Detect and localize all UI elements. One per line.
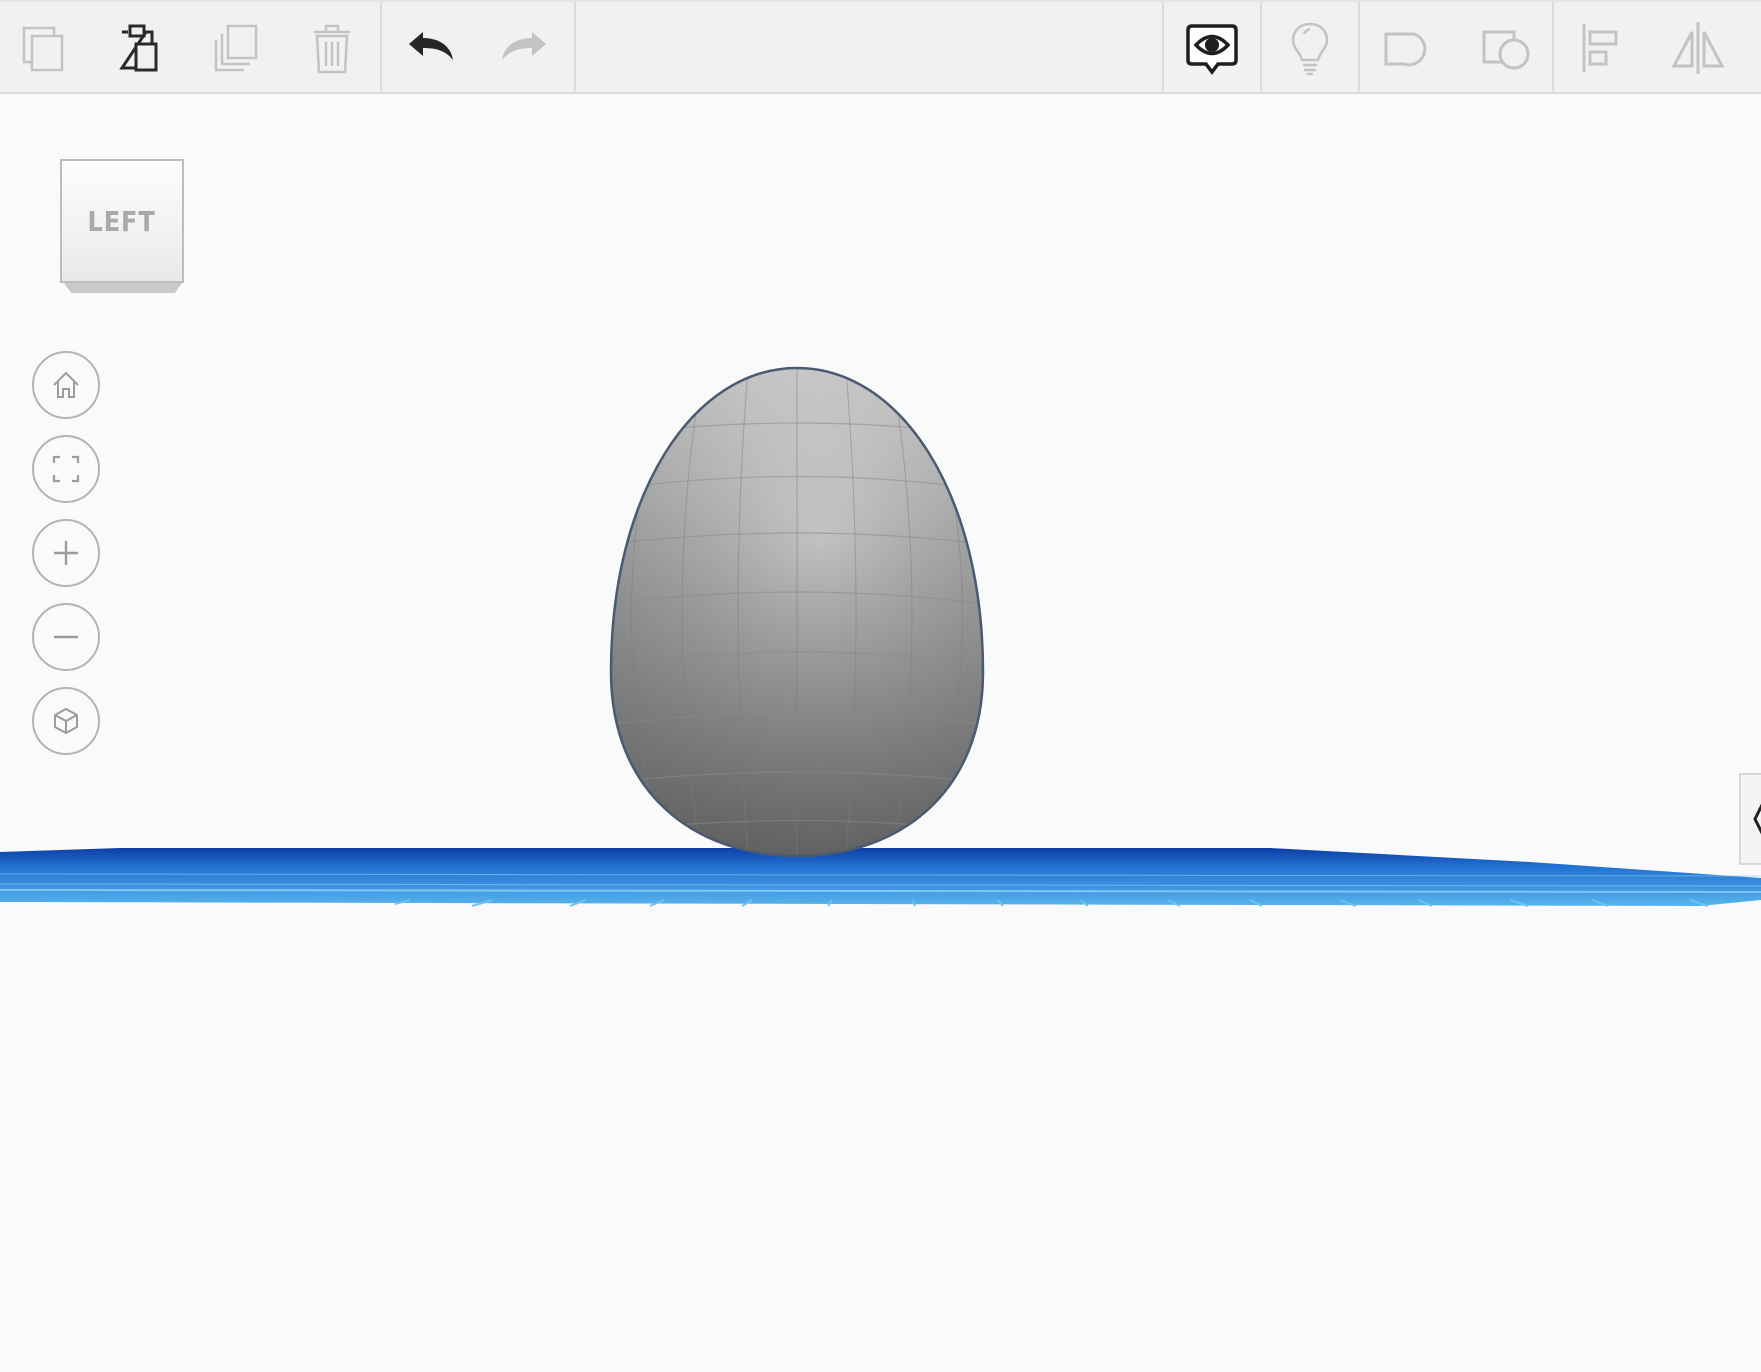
zoom-in-button[interactable] bbox=[32, 519, 100, 587]
zoom-out-icon bbox=[54, 635, 78, 639]
ungroup-button[interactable] bbox=[1464, 6, 1548, 90]
zoom-out-button[interactable] bbox=[32, 603, 100, 671]
notes-button[interactable] bbox=[1170, 6, 1254, 90]
align-button[interactable] bbox=[1560, 6, 1644, 90]
toolbar-divider bbox=[380, 2, 382, 94]
home-view-button[interactable] bbox=[32, 351, 100, 419]
undo-icon bbox=[409, 32, 453, 60]
trash-icon bbox=[314, 24, 350, 74]
ungroup-shapes-icon bbox=[1482, 30, 1530, 70]
redo-button[interactable] bbox=[482, 6, 566, 90]
view-cube-face-left[interactable]: LEFT bbox=[60, 159, 184, 283]
duplicate-icon bbox=[214, 24, 258, 72]
eye-comment-icon bbox=[1186, 24, 1238, 75]
toolbar-divider bbox=[1358, 2, 1360, 94]
toolbar-divider bbox=[1260, 2, 1262, 94]
fit-view-button[interactable] bbox=[32, 435, 100, 503]
undo-button[interactable] bbox=[389, 6, 473, 90]
chevron-left-icon bbox=[1753, 803, 1761, 835]
copy-button[interactable] bbox=[2, 6, 86, 90]
view-cube-label: LEFT bbox=[87, 204, 157, 238]
duplicate-button[interactable] bbox=[194, 6, 278, 90]
paste-icon bbox=[119, 24, 158, 72]
mirror-button[interactable] bbox=[1656, 6, 1740, 90]
toolbar-divider bbox=[1552, 2, 1554, 94]
home-icon bbox=[53, 371, 79, 398]
toolbar bbox=[0, 0, 1761, 94]
viewport-3d[interactable]: LEFT bbox=[0, 94, 1761, 1372]
delete-button[interactable] bbox=[290, 6, 374, 90]
workplane[interactable] bbox=[0, 848, 1761, 907]
redo-icon bbox=[502, 32, 546, 60]
projection-toggle-button[interactable] bbox=[32, 687, 100, 755]
lightbulb-icon bbox=[1291, 22, 1329, 76]
light-button[interactable] bbox=[1268, 6, 1352, 90]
scene-canvas[interactable] bbox=[0, 94, 1761, 1372]
egg-shape[interactable] bbox=[600, 354, 1000, 874]
paste-button[interactable] bbox=[96, 6, 180, 90]
view-cube-base bbox=[64, 283, 182, 293]
align-icon bbox=[1582, 24, 1618, 72]
zoom-in-icon bbox=[54, 541, 78, 565]
toolbar-divider bbox=[1162, 2, 1164, 94]
view-cube[interactable]: LEFT bbox=[60, 159, 184, 293]
app-window: LEFT bbox=[0, 0, 1761, 1372]
mirror-icon bbox=[1671, 22, 1725, 74]
copy-icon bbox=[22, 26, 64, 72]
fit-view-icon bbox=[52, 455, 80, 483]
group-button[interactable] bbox=[1366, 6, 1450, 90]
toolbar-divider bbox=[574, 2, 576, 94]
group-shapes-icon bbox=[1384, 32, 1427, 67]
collapse-panel-tab[interactable] bbox=[1739, 773, 1761, 865]
workplane-surface bbox=[0, 848, 1761, 906]
perspective-cube-icon bbox=[54, 707, 78, 735]
